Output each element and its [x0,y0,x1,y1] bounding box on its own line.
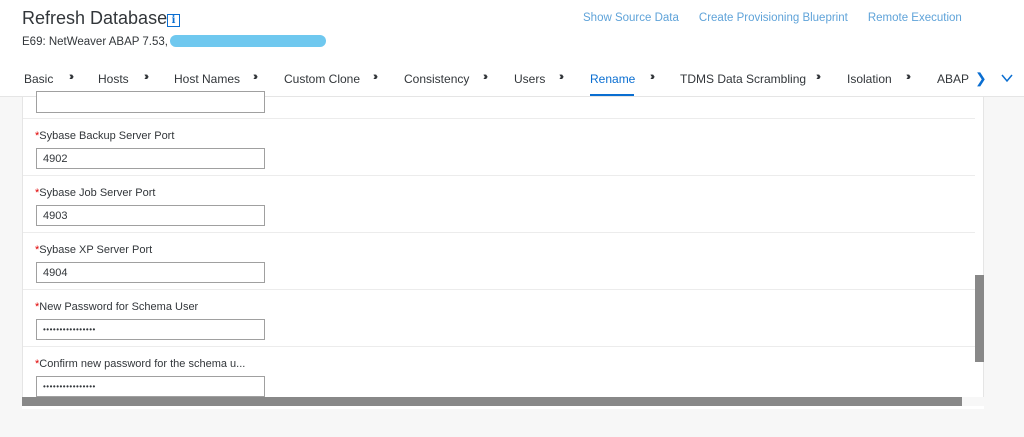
field-label: *Sybase Job Server Port [35,187,156,199]
tab-basic[interactable]: Basic [24,72,53,86]
field-label: *Sybase Backup Server Port [35,130,175,142]
sybase-job-server-port-input[interactable]: 4903 [36,205,265,226]
tab-separator: ››› [253,71,258,83]
form-row: *Sybase XP Server Port 4904 [23,233,975,290]
form-row: *Confirm new password for the schema u..… [23,347,975,397]
form-row: *New Password for Schema User ••••••••••… [23,290,975,347]
show-source-data-link[interactable]: Show Source Data [583,12,679,24]
info-icon[interactable]: i [167,14,180,27]
tab-consistency[interactable]: Consistency [404,72,469,86]
tab-host-names[interactable]: Host Names [174,72,240,86]
chevron-down-icon[interactable] [1001,72,1013,84]
vertical-scrollbar-thumb[interactable] [975,275,984,362]
tab-custom-clone[interactable]: Custom Clone [284,72,360,86]
confirm-password-input[interactable]: •••••••••••••••• [36,376,265,397]
tab-rename[interactable]: Rename [590,72,635,86]
form-row: *Sybase Job Server Port 4903 [23,176,975,233]
tab-separator: ››› [373,71,378,83]
active-tab-indicator [590,94,634,96]
panel-footer [22,406,984,409]
form-panel: *Sybase Backup Server Port 4902 *Sybase … [22,91,984,397]
form-row [23,91,975,119]
tab-separator: ››› [650,71,655,83]
remote-execution-link[interactable]: Remote Execution [868,12,962,24]
header-actions: Show Source Data Create Provisioning Blu… [583,12,962,24]
tab-users[interactable]: Users [514,72,545,86]
tab-separator: ››› [906,71,911,83]
tab-tdms-data-scrambling[interactable]: TDMS Data Scrambling [680,72,806,86]
field-label: *New Password for Schema User [35,301,199,313]
field-label: *Sybase XP Server Port [35,244,153,256]
tab-abap[interactable]: ABAP [937,72,969,86]
tab-isolation[interactable]: Isolation [847,72,892,86]
new-password-input[interactable]: •••••••••••••••• [36,319,265,340]
tab-hosts[interactable]: Hosts [98,72,129,86]
form-row: *Sybase Backup Server Port 4902 [23,119,975,176]
redaction-mark [170,35,326,47]
chevron-right-icon[interactable]: ❯ [975,70,987,87]
header-bar: Refresh Database i E69: NetWeaver ABAP 7… [0,0,1024,97]
horizontal-scrollbar[interactable] [22,397,962,406]
tab-separator: ››› [69,71,74,83]
page-subtitle: E69: NetWeaver ABAP 7.53, [22,36,168,48]
page-title: Refresh Database [22,8,168,28]
sybase-xp-server-port-input[interactable]: 4904 [36,262,265,283]
field-label: *Confirm new password for the schema u..… [35,358,246,370]
create-provisioning-blueprint-link[interactable]: Create Provisioning Blueprint [699,12,848,24]
sybase-backup-server-port-input[interactable]: 4902 [36,148,265,169]
text-field[interactable] [36,91,265,113]
tab-separator: ››› [483,71,488,83]
tab-separator: ››› [816,71,821,83]
tab-separator: ››› [559,71,564,83]
tab-separator: ››› [144,71,149,83]
